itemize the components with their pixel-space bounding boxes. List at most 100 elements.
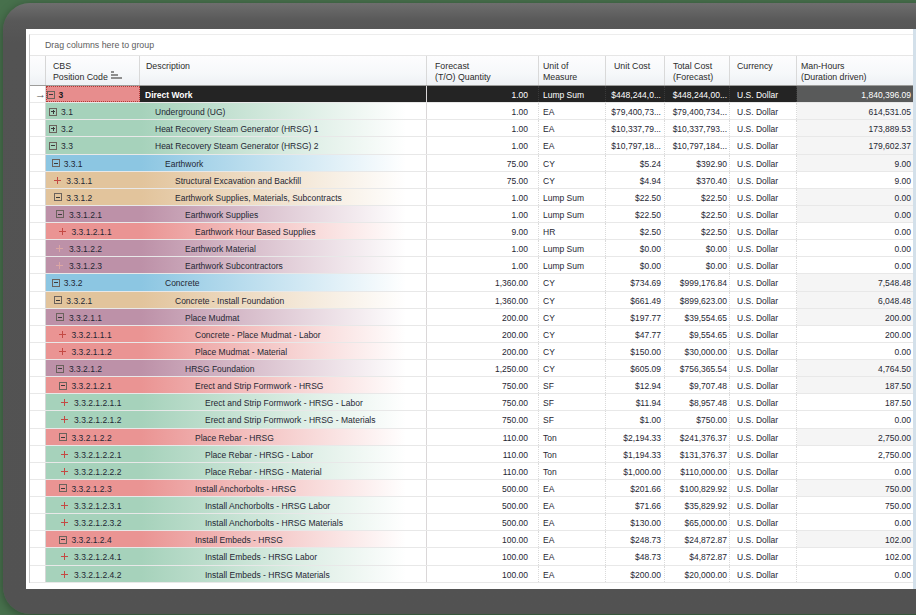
collapse-icon[interactable] — [59, 484, 67, 492]
header-currency[interactable]: Currency — [730, 56, 797, 85]
grid-row-3.3.1.2.1[interactable]: 3.3.1.2.1Earthwork Supplies1.00Lump Sum$… — [30, 206, 916, 223]
cbs-desc-band: 3.3.1.2Earthwork Supplies, Materials, Su… — [46, 189, 427, 205]
expand-icon[interactable] — [61, 571, 68, 578]
grid-row-3.3.2.1.2.4[interactable]: 3.3.2.1.2.4Install Embeds - HRSG100.00EA… — [30, 531, 916, 548]
collapse-icon[interactable] — [47, 91, 55, 99]
grid-row-3.3.2[interactable]: 3.3.2Concrete1,360.00CY$734.69$999,176.8… — [30, 274, 916, 291]
man-hours: 173,889.53 — [797, 120, 916, 136]
forecast-qty: 1.00 — [427, 257, 539, 273]
man-hours: 0.00 — [797, 189, 916, 205]
total-cost: $4,872.87 — [665, 548, 730, 564]
grid-row-3.3.1.1[interactable]: 3.3.1.1Structural Excavation and Backfil… — [30, 172, 916, 189]
grid-row-3.1[interactable]: 3.1Underground (UG)1.00EA$79,400,73...$7… — [30, 103, 916, 120]
header-cbs-line2: Position Code — [53, 72, 139, 83]
collapse-icon[interactable] — [52, 279, 60, 287]
expand-icon[interactable] — [59, 348, 66, 355]
cbs-code: 3.3.2.1.2.1.2 — [74, 415, 121, 425]
header-description[interactable]: Description — [140, 56, 427, 85]
grid-row-3.3[interactable]: 3.3Heat Recovery Steam Generator (HRSG) … — [30, 137, 916, 154]
grid-row-3.3.2.1.2[interactable]: 3.3.2.1.2HRSG Foundation1,250.00CY$605.0… — [30, 360, 916, 377]
grid-row-3.3.1.2.2[interactable]: 3.3.1.2.2Earthwork Material1.00Lump Sum$… — [30, 240, 916, 257]
cbs-code: 3.3.2.1.2.4.1 — [74, 552, 121, 562]
grid-row-3.3.2.1.2.3.1[interactable]: 3.3.2.1.2.3.1Install Anchorbolts - HRSG … — [30, 497, 916, 514]
collapse-icon[interactable] — [56, 365, 64, 373]
total-cost: $9,707.48 — [665, 377, 730, 393]
expand-icon[interactable] — [61, 553, 68, 560]
cbs-desc-band: 3.2Heat Recovery Steam Generator (HRSG) … — [46, 120, 427, 136]
cbs-code: 3.2 — [61, 124, 73, 134]
unit-of-measure: Lump Sum — [539, 257, 606, 273]
expand-icon[interactable] — [54, 177, 61, 184]
grid-row-3.3.2.1.2.3.2[interactable]: 3.3.2.1.2.3.2Install Anchorbolts - HRSG … — [30, 514, 916, 531]
row-indicator — [30, 103, 46, 119]
forecast-qty: 1,250.00 — [427, 360, 539, 376]
grid-row-3.3.1.2.3[interactable]: 3.3.1.2.3Earthwork Subcontractors1.00Lum… — [30, 257, 916, 274]
grid-row-3.3.2.1.2.2.1[interactable]: 3.3.2.1.2.2.1Place Rebar - HRSG - Labor1… — [30, 446, 916, 463]
grid-row-3[interactable]: →3Direct Work1.00Lump Sum$448,244,0...$4… — [30, 86, 916, 103]
collapse-icon[interactable] — [54, 193, 62, 201]
expand-icon[interactable] — [59, 331, 66, 338]
total-cost: $899,623.00 — [665, 292, 730, 308]
grid-row-3.3.2.1.2.1.2[interactable]: 3.3.2.1.2.1.2Erect and Strip Formwork - … — [30, 411, 916, 428]
description: Concrete — [165, 278, 200, 288]
description: Heat Recovery Steam Generator (HRSG) 2 — [155, 141, 318, 151]
grid-row-3.3.2.1.2.4.1[interactable]: 3.3.2.1.2.4.1Install Embeds - HRSG Labor… — [30, 548, 916, 565]
cbs-code: 3.3.2.1.1.1 — [72, 330, 112, 340]
cbs-desc-band: 3.3.2.1.2.4.2Install Embeds - HRSG Mater… — [46, 566, 427, 582]
grid-row-3.3.1.2.1.1[interactable]: 3.3.1.2.1.1Earthwork Hour Based Supplies… — [30, 223, 916, 240]
expand-icon[interactable] — [56, 245, 63, 252]
grid-row-3.3.2.1.2.2[interactable]: 3.3.2.1.2.2Place Rebar - HRSG110.00Ton$2… — [30, 429, 916, 446]
grid-row-3.3.2.1.1.2[interactable]: 3.3.2.1.1.2Place Mudmat - Material200.00… — [30, 343, 916, 360]
header-man-hours[interactable]: Man-Hours (Duration driven) — [797, 56, 916, 85]
header-unit-of-measure[interactable]: Unit of Measure — [539, 56, 606, 85]
collapse-icon[interactable] — [56, 210, 64, 218]
unit-cost: $200.00 — [606, 566, 665, 582]
header-unit-cost[interactable]: Unit Cost — [606, 56, 665, 85]
expand-icon[interactable] — [61, 502, 68, 509]
grid-row-3.2[interactable]: 3.2Heat Recovery Steam Generator (HRSG) … — [30, 120, 916, 137]
grid-row-3.3.2.1.1[interactable]: 3.3.2.1.1Place Mudmat200.00CY$197.77$39,… — [30, 309, 916, 326]
grid-header: CBS Position Code Description Forecast (… — [30, 56, 916, 86]
collapse-icon[interactable] — [59, 433, 67, 441]
description: Install Embeds - HRSG — [195, 535, 283, 545]
grid-row-3.3.2.1.2.3[interactable]: 3.3.2.1.2.3Install Anchorbolts - HRSG500… — [30, 480, 916, 497]
grid-row-3.3.2.1.2.4.2[interactable]: 3.3.2.1.2.4.2Install Embeds - HRSG Mater… — [30, 566, 916, 583]
expand-icon[interactable] — [56, 262, 63, 269]
grid-row-3.3.1.2[interactable]: 3.3.1.2Earthwork Supplies, Materials, Su… — [30, 189, 916, 206]
header-forecast-qty[interactable]: Forecast (T/O) Quantity — [427, 56, 539, 85]
expand-icon[interactable] — [61, 416, 68, 423]
expand-icon[interactable] — [61, 399, 68, 406]
unit-of-measure: EA — [539, 497, 606, 513]
collapse-icon[interactable] — [49, 142, 57, 150]
grid-row-3.3.2.1.2.2.2[interactable]: 3.3.2.1.2.2.2Place Rebar - HRSG - Materi… — [30, 463, 916, 480]
expand-icon[interactable] — [61, 519, 68, 526]
expand-icon[interactable] — [49, 108, 57, 116]
unit-cost: $130.00 — [606, 514, 665, 530]
grid-row-3.3.2.1.2.1[interactable]: 3.3.2.1.2.1Erect and Strip Formwork - HR… — [30, 377, 916, 394]
collapse-icon[interactable] — [59, 382, 67, 390]
collapse-icon[interactable] — [54, 296, 62, 304]
unit-of-measure: Ton — [539, 446, 606, 462]
header-cbs-position-code[interactable]: CBS Position Code — [46, 56, 140, 85]
expand-icon[interactable] — [59, 228, 66, 235]
description: Install Embeds - HRSG Materials — [205, 570, 330, 580]
collapse-icon[interactable] — [59, 536, 67, 544]
currency: U.S. Dollar — [730, 463, 797, 479]
grid-row-3.3.2.1[interactable]: 3.3.2.1Concrete - Install Foundation1,36… — [30, 292, 916, 309]
expand-icon[interactable] — [61, 468, 68, 475]
header-indicator — [30, 56, 46, 85]
header-total-cost[interactable]: Total Cost (Forecast) — [665, 56, 730, 85]
description: Concrete - Install Foundation — [175, 296, 284, 306]
forecast-qty: 750.00 — [427, 394, 539, 410]
collapse-icon[interactable] — [56, 313, 64, 321]
grid-row-3.3.2.1.1.1[interactable]: 3.3.2.1.1.1Concrete - Place Mudmat - Lab… — [30, 326, 916, 343]
collapse-icon[interactable] — [52, 159, 60, 167]
group-by-band[interactable]: Drag columns here to group — [30, 35, 916, 56]
cbs-code: 3.3.1.2 — [66, 193, 92, 203]
expand-icon[interactable] — [49, 125, 57, 133]
grid-row-3.3.2.1.2.1.1[interactable]: 3.3.2.1.2.1.1Erect and Strip Formwork - … — [30, 394, 916, 411]
total-cost: $39,554.65 — [665, 309, 730, 325]
expand-icon[interactable] — [61, 451, 68, 458]
unit-of-measure: SF — [539, 377, 606, 393]
grid-row-3.3.1[interactable]: 3.3.1Earthwork75.00CY$5.24$392.90U.S. Do… — [30, 155, 916, 172]
